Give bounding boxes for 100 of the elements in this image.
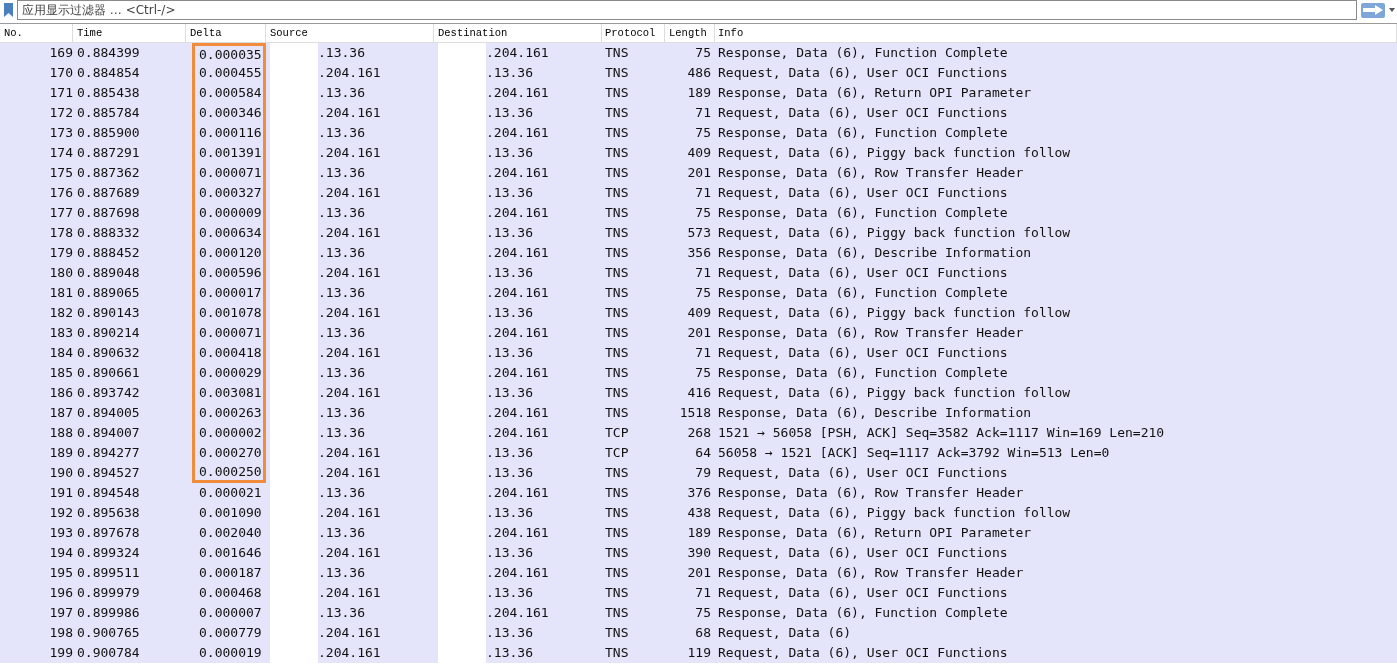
table-cell-text: .13.36	[318, 604, 365, 622]
packet-row[interactable]: 177 0.887698 0.000009 .13.36 .204.161 TNS 75 Response, Data (6), Function Complete	[0, 203, 1397, 223]
packet-row[interactable]: 178 0.888332 0.000634 .204.161 .13.36 TNS 573 Request, Data (6), Piggy back function follow	[0, 223, 1397, 243]
table-cell-text: TCP	[604, 424, 630, 442]
packet-row[interactable]: 175 0.887362 0.000071 .13.36 .204.161 TNS 201 Response, Data (6), Row Transfer Header	[0, 163, 1397, 183]
table-cell-text: 486	[686, 64, 712, 82]
column-header[interactable]: Info	[715, 24, 1397, 42]
table-cell-text: TNS	[604, 364, 630, 382]
bookmark-icon[interactable]	[4, 3, 13, 17]
table-cell-text: Request, Data (6), Piggy back function follow	[717, 304, 1072, 322]
table-cell-text: Request, Data (6), User OCI Functions	[717, 264, 1009, 282]
table-cell-text: 71	[694, 264, 712, 282]
table-cell-text: 64	[694, 444, 712, 462]
table-cell-text: 0.890214	[76, 324, 141, 342]
table-cell-text: 0.890632	[76, 344, 141, 362]
display-filter-field[interactable]: 应用显示过滤器 … <Ctrl-/>	[17, 0, 1357, 20]
table-cell-text: 1521 → 56058 [PSH, ACK] Seq=3582 Ack=1117 Win=169 Len=210	[717, 424, 1166, 442]
column-header[interactable]: Protocol	[602, 24, 665, 42]
table-cell-text: .204.161	[486, 324, 549, 342]
table-cell-text: .13.36	[486, 144, 533, 162]
table-cell-text: 195	[48, 564, 73, 582]
table-cell-text: 0.889065	[76, 284, 141, 302]
packet-row[interactable]: 191 0.894548 0.000021 .13.36 .204.161 TNS 376 Response, Data (6), Row Transfer Header	[0, 483, 1397, 503]
packet-row[interactable]: 171 0.885438 0.000584 .13.36 .204.161 TNS 189 Response, Data (6), Return OPI Parameter	[0, 83, 1397, 103]
table-cell-text: .13.36	[486, 264, 533, 282]
packet-row[interactable]: 186 0.893742 0.003081 .204.161 .13.36 TNS 416 Request, Data (6), Piggy back function follow	[0, 383, 1397, 403]
dropdown-caret-icon[interactable]	[1389, 8, 1395, 12]
packet-row[interactable]: 173 0.885900 0.000116 .13.36 .204.161 TNS 75 Response, Data (6), Function Complete	[0, 123, 1397, 143]
table-cell-text: 0.887689	[76, 184, 141, 202]
table-cell-text: Request, Data (6)	[717, 624, 853, 642]
column-header[interactable]: Time	[73, 24, 186, 42]
packet-row[interactable]: 193 0.897678 0.002040 .13.36 .204.161 TNS 189 Response, Data (6), Return OPI Parameter	[0, 523, 1397, 543]
packet-row[interactable]: 184 0.890632 0.000418 .204.161 .13.36 TNS 71 Request, Data (6), User OCI Functions	[0, 343, 1397, 363]
table-cell-text: 201	[686, 564, 712, 582]
table-cell-text: 196	[48, 584, 73, 602]
table-cell-text: .13.36	[318, 424, 365, 442]
packet-row[interactable]: 187 0.894005 0.000263 .13.36 .204.161 TNS 1518 Response, Data (6), Describe Information	[0, 403, 1397, 423]
packet-row[interactable]: 198 0.900765 0.000779 .204.161 .13.36 TNS 68 Request, Data (6)	[0, 623, 1397, 643]
table-cell-text: 0.890143	[76, 304, 141, 322]
column-header[interactable]: Source	[266, 24, 434, 42]
table-cell-text: .204.161	[486, 244, 549, 262]
table-cell-text: 177	[48, 204, 73, 222]
table-cell-text: .204.161	[318, 384, 381, 402]
packet-row[interactable]: 194 0.899324 0.001646 .204.161 .13.36 TNS 390 Request, Data (6), User OCI Functions	[0, 543, 1397, 563]
packet-row[interactable]: 196 0.899979 0.000468 .204.161 .13.36 TNS 71 Request, Data (6), User OCI Functions	[0, 583, 1397, 603]
table-cell-text: 169	[48, 44, 73, 62]
column-header[interactable]: Destination	[434, 24, 602, 42]
packet-row[interactable]: 190 0.894527 0.000250 .204.161 .13.36 TNS 79 Request, Data (6), User OCI Functions	[0, 463, 1397, 483]
table-cell-text: TNS	[604, 64, 630, 82]
packet-row[interactable]: 192 0.895638 0.001090 .204.161 .13.36 TNS 438 Request, Data (6), Piggy back function follow	[0, 503, 1397, 523]
table-cell-text: .204.161	[318, 224, 381, 242]
packet-row[interactable]: 188 0.894007 0.000002 .13.36 .204.161 TCP 268 1521 → 56058 [PSH, ACK] Seq=3582 Ack=1117 Win=169 Len=210	[0, 423, 1397, 443]
table-cell-text: .13.36	[318, 364, 365, 382]
table-cell-text: .204.161	[486, 84, 549, 102]
packet-row[interactable]: 172 0.885784 0.000346 .204.161 .13.36 TNS 71 Request, Data (6), User OCI Functions	[0, 103, 1397, 123]
table-cell-text: TNS	[604, 344, 630, 362]
table-cell-text: 75	[694, 604, 712, 622]
column-header[interactable]: No.	[0, 24, 73, 42]
table-cell-text: 194	[48, 544, 73, 562]
table-cell-text: TNS	[604, 584, 630, 602]
table-cell-text: 0.895638	[76, 504, 141, 522]
packet-row[interactable]: 197 0.899986 0.000007 .13.36 .204.161 TNS 75 Response, Data (6), Function Complete	[0, 603, 1397, 623]
packet-row[interactable]: 199 0.900784 0.000019 .204.161 .13.36 TNS 119 Request, Data (6), User OCI Functions	[0, 643, 1397, 663]
table-cell-text: 0.897678	[76, 524, 141, 542]
table-cell-text: .13.36	[318, 44, 365, 62]
packet-row[interactable]: 185 0.890661 0.000029 .13.36 .204.161 TNS 75 Response, Data (6), Function Complete	[0, 363, 1397, 383]
packet-row[interactable]: 179 0.888452 0.000120 .13.36 .204.161 TNS 356 Response, Data (6), Describe Information	[0, 243, 1397, 263]
packet-row[interactable]: 170 0.884854 0.000455 .204.161 .13.36 TNS 486 Request, Data (6), User OCI Functions	[0, 63, 1397, 83]
table-cell-text: Response, Data (6), Function Complete	[717, 364, 1009, 382]
table-cell-text: TNS	[604, 264, 630, 282]
table-cell-text: 390	[686, 544, 712, 562]
table-cell-text: 79	[694, 464, 712, 482]
packet-row[interactable]: 183 0.890214 0.000071 .13.36 .204.161 TNS 201 Response, Data (6), Row Transfer Header	[0, 323, 1397, 343]
table-cell-text: TNS	[604, 544, 630, 562]
table-cell-text: TNS	[604, 484, 630, 502]
packet-row[interactable]: 195 0.899511 0.000187 .13.36 .204.161 TNS 201 Response, Data (6), Row Transfer Header	[0, 563, 1397, 583]
table-cell-text: 170	[48, 64, 73, 82]
table-cell-text: 176	[48, 184, 73, 202]
table-cell-text: .13.36	[486, 224, 533, 242]
table-cell-text: Response, Data (6), Return OPI Parameter	[717, 524, 1033, 542]
table-cell-text: .204.161	[318, 344, 381, 362]
table-cell-text: TNS	[604, 44, 630, 62]
table-cell-text: TNS	[604, 184, 630, 202]
packet-row[interactable]: 182 0.890143 0.001078 .204.161 .13.36 TNS 409 Request, Data (6), Piggy back function follow	[0, 303, 1397, 323]
column-header[interactable]: Delta	[186, 24, 266, 42]
packet-row[interactable]: 174 0.887291 0.001391 .204.161 .13.36 TNS 409 Request, Data (6), Piggy back function follow	[0, 143, 1397, 163]
column-header[interactable]: Length	[665, 24, 715, 42]
table-cell-text: .13.36	[486, 104, 533, 122]
table-cell-text: 0.894007	[76, 424, 141, 442]
table-cell-text: TNS	[604, 104, 630, 122]
table-cell-text: Request, Data (6), User OCI Functions	[717, 644, 1009, 662]
packet-row[interactable]: 176 0.887689 0.000327 .204.161 .13.36 TNS 71 Request, Data (6), User OCI Functions	[0, 183, 1397, 203]
table-cell-text: .204.161	[318, 264, 381, 282]
packet-row[interactable]: 180 0.889048 0.000596 .204.161 .13.36 TNS 71 Request, Data (6), User OCI Functions	[0, 263, 1397, 283]
table-cell-text: 75	[694, 364, 712, 382]
table-cell-text: 183	[48, 324, 73, 342]
table-cell-text: 409	[686, 304, 712, 322]
packet-row[interactable]: 189 0.894277 0.000270 .204.161 .13.36 TCP 64 56058 → 1521 [ACK] Seq=1117 Ack=3792 Win=513 Len=0	[0, 443, 1397, 463]
packet-row[interactable]: 169 0.884399 0.000035 .13.36 .204.161 TNS 75 Response, Data (6), Function Complete	[0, 43, 1397, 63]
packet-row[interactable]: 181 0.889065 0.000017 .13.36 .204.161 TNS 75 Response, Data (6), Function Complete	[0, 283, 1397, 303]
